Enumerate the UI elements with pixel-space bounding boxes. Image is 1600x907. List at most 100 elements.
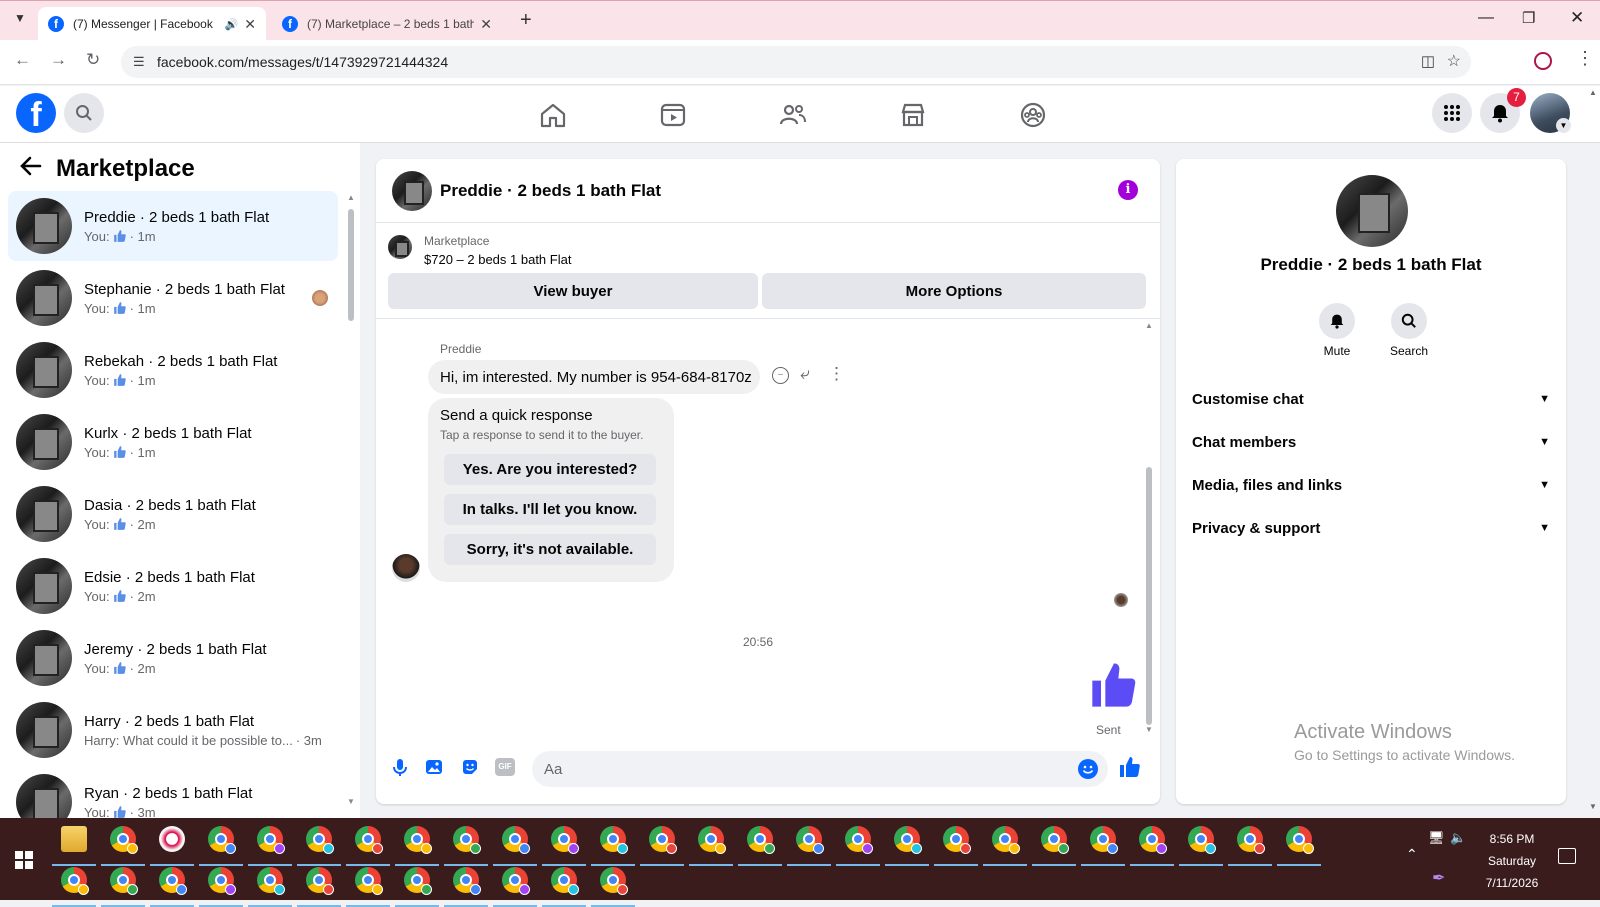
info-icon[interactable]: i xyxy=(1118,180,1138,200)
chrome-profile-icon[interactable] xyxy=(649,826,677,854)
media-files-links-row[interactable]: Media, files and links ▼ xyxy=(1192,467,1550,503)
conversation-item[interactable]: Kurlx · 2 beds 1 bath Flat You: · 1m xyxy=(8,407,338,477)
new-tab-button[interactable]: + xyxy=(520,9,532,32)
chrome-profile-icon[interactable] xyxy=(306,867,334,895)
bookmark-star-icon[interactable]: ☆ xyxy=(1447,51,1461,71)
message-input[interactable]: Aa xyxy=(532,751,1108,787)
chrome-profile-icon[interactable] xyxy=(698,826,726,854)
chrome-profile-icon[interactable] xyxy=(61,867,89,895)
quick-response-in-talks[interactable]: In talks. I'll let you know. xyxy=(444,494,656,525)
conversation-item[interactable]: Jeremy · 2 beds 1 bath Flat You: · 2m xyxy=(8,623,338,693)
chrome-profile-icon[interactable] xyxy=(600,867,628,895)
chrome-profile-icon[interactable] xyxy=(600,826,628,854)
gif-icon[interactable]: GIF xyxy=(495,758,515,776)
mute-button[interactable]: Mute xyxy=(1317,303,1357,358)
search-icon[interactable] xyxy=(64,93,104,133)
conversation-item[interactable]: Stephanie · 2 beds 1 bath Flat You: · 1m xyxy=(8,263,338,333)
chrome-profile-icon[interactable] xyxy=(208,867,236,895)
chrome-profile-icon[interactable] xyxy=(894,826,922,854)
scrollbar-thumb[interactable] xyxy=(1146,467,1152,725)
video-icon[interactable] xyxy=(658,100,688,130)
chrome-profile-icon[interactable] xyxy=(404,867,432,895)
menu-grid-icon[interactable] xyxy=(1432,93,1472,133)
chrome-profile-icon[interactable] xyxy=(992,826,1020,854)
reply-icon[interactable]: ⤶ xyxy=(800,364,810,384)
speaker-icon[interactable]: 🔊 xyxy=(225,18,239,31)
sticker-icon[interactable] xyxy=(460,757,480,777)
chrome-profile-icon[interactable] xyxy=(306,826,334,854)
scroll-up-arrow[interactable]: ▲ xyxy=(1589,88,1597,97)
notification-center-icon[interactable] xyxy=(1558,848,1576,864)
browser-menu-icon[interactable]: ⋮ xyxy=(1576,48,1594,69)
chat-avatar[interactable] xyxy=(392,171,432,211)
scrollbar-track[interactable]: ▲ ▼ xyxy=(346,193,356,813)
chat-members-row[interactable]: Chat members ▼ xyxy=(1192,424,1550,460)
quick-response-yes[interactable]: Yes. Are you interested? xyxy=(444,454,656,485)
photo-icon[interactable] xyxy=(424,757,444,777)
scroll-up-arrow[interactable]: ▲ xyxy=(347,193,355,202)
scroll-down-arrow[interactable]: ▼ xyxy=(1589,802,1597,811)
chat-scrollbar[interactable]: ▲ ▼ xyxy=(1144,321,1154,741)
site-info-icon[interactable]: ☰ xyxy=(133,54,145,70)
send-like-icon[interactable] xyxy=(1118,755,1142,779)
scroll-down-arrow[interactable]: ▼ xyxy=(347,797,355,806)
view-buyer-button[interactable]: View buyer xyxy=(388,273,758,309)
chrome-profile-icon[interactable] xyxy=(453,826,481,854)
more-options-button[interactable]: More Options xyxy=(762,273,1146,309)
tab-search-button[interactable]: ▼ xyxy=(10,11,30,31)
close-window-button[interactable]: ✕ xyxy=(1570,8,1584,28)
chrome-profile-icon[interactable] xyxy=(502,826,530,854)
conversation-item[interactable]: Edsie · 2 beds 1 bath Flat You: · 2m xyxy=(8,551,338,621)
profile-avatar-large[interactable] xyxy=(1336,175,1408,247)
scroll-down-arrow[interactable]: ▼ xyxy=(1145,725,1153,734)
scrollbar-thumb[interactable] xyxy=(348,209,354,321)
react-emoji-icon[interactable]: ⌣ xyxy=(772,367,789,384)
chrome-profile-icon[interactable] xyxy=(845,826,873,854)
tab-marketplace[interactable]: f (7) Marketplace – 2 beds 1 bath ✕ xyxy=(272,7,502,41)
chrome-profile-icon[interactable] xyxy=(1139,826,1167,854)
microphone-icon[interactable] xyxy=(390,757,410,777)
tab-messenger[interactable]: f (7) Messenger | Facebook 🔊 ✕ xyxy=(38,7,266,41)
chrome-profile-icon[interactable] xyxy=(110,826,138,854)
sender-avatar[interactable] xyxy=(392,554,420,582)
friends-icon[interactable] xyxy=(778,100,808,130)
network-icon[interactable]: 🖥 xyxy=(1428,830,1445,846)
chrome-profile-icon[interactable] xyxy=(747,826,775,854)
reload-icon[interactable]: ↻ xyxy=(86,50,100,70)
chrome-profile-icon[interactable] xyxy=(257,826,285,854)
show-hidden-icons-chevron[interactable]: ⌃ xyxy=(1406,846,1418,863)
listing-thumbnail[interactable] xyxy=(388,235,412,259)
groups-icon[interactable] xyxy=(1018,100,1048,130)
restore-button[interactable]: ❐ xyxy=(1522,9,1535,27)
facebook-logo-icon[interactable]: f xyxy=(16,93,56,134)
scroll-up-arrow[interactable]: ▲ xyxy=(1145,321,1153,330)
conversation-item[interactable]: Dasia · 2 beds 1 bath Flat You: · 2m xyxy=(8,479,338,549)
url-field[interactable]: ☰ facebook.com/messages/t/14739297214443… xyxy=(121,46,1471,78)
clock-time[interactable]: 8:56 PM xyxy=(1460,832,1564,846)
chrome-profile-icon[interactable] xyxy=(551,826,579,854)
pen-icon[interactable]: ✒ xyxy=(1432,868,1445,888)
chrome-profile-icon[interactable] xyxy=(110,867,138,895)
chrome-profile-icon[interactable] xyxy=(1041,826,1069,854)
customise-chat-row[interactable]: Customise chat ▼ xyxy=(1192,381,1550,417)
back-arrow-icon[interactable]: ← xyxy=(14,50,31,70)
quick-response-not-available[interactable]: Sorry, it's not available. xyxy=(444,534,656,565)
chrome-profile-icon[interactable] xyxy=(796,826,824,854)
sent-like-icon[interactable] xyxy=(1088,659,1140,711)
minimize-button[interactable]: — xyxy=(1478,9,1494,27)
privacy-support-row[interactable]: Privacy & support ▼ xyxy=(1192,510,1550,546)
chrome-profile-icon[interactable] xyxy=(502,867,530,895)
chrome-profile-icon[interactable] xyxy=(1237,826,1265,854)
conversation-item[interactable]: Harry · 2 beds 1 bath Flat Harry: What co… xyxy=(8,695,338,765)
emoji-icon[interactable] xyxy=(1078,759,1098,779)
close-tab-icon[interactable]: ✕ xyxy=(480,16,492,33)
home-icon[interactable] xyxy=(538,100,568,130)
conversation-item[interactable]: Rebekah · 2 beds 1 bath Flat You: · 1m xyxy=(8,335,338,405)
chrome-profile-icon[interactable] xyxy=(355,867,383,895)
chrome-profile-icon[interactable] xyxy=(943,826,971,854)
listing-title[interactable]: $720 – 2 beds 1 bath Flat xyxy=(424,252,571,267)
back-arrow-icon[interactable] xyxy=(20,156,42,176)
incoming-message-bubble[interactable]: Hi, im interested. My number is 954-684-… xyxy=(428,360,760,394)
install-app-icon[interactable]: ◫ xyxy=(1421,52,1435,70)
paint-app-icon[interactable] xyxy=(159,826,185,852)
